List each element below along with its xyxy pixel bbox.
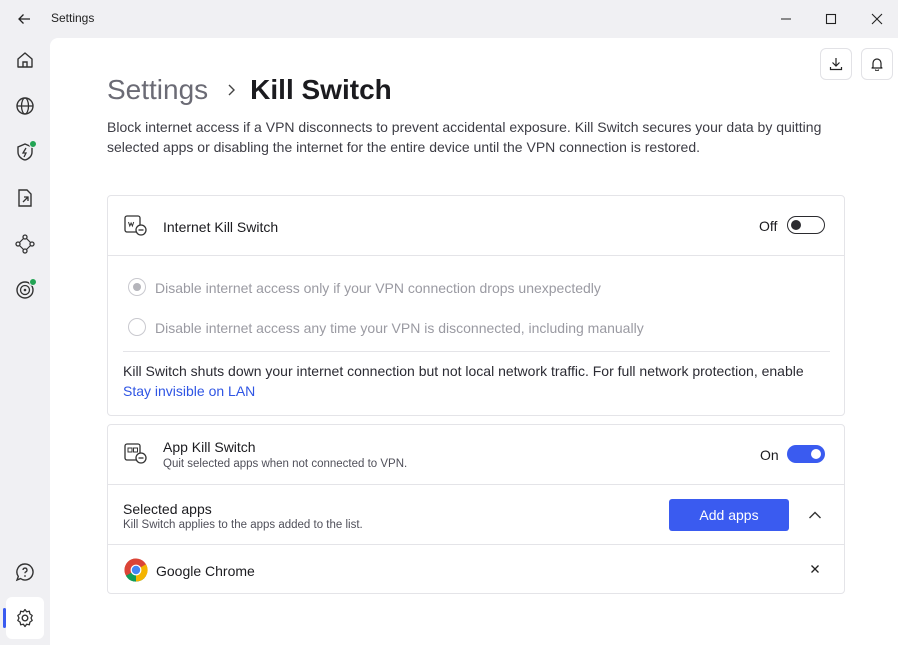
internet-kill-switch-toggle[interactable] (787, 216, 825, 234)
status-badge (29, 140, 37, 148)
page-title: Kill Switch (250, 74, 392, 105)
stay-invisible-on-lan-link[interactable]: Stay invisible on LAN (123, 381, 255, 401)
app-kill-switch-subtitle: Quit selected apps when not connected to… (163, 458, 408, 470)
maximize-icon[interactable] (820, 8, 842, 30)
breadcrumb: Settings Kill Switch (107, 74, 392, 106)
radio-label: Disable internet access any time your VP… (155, 320, 644, 336)
internet-kill-switch-title: Internet Kill Switch (163, 219, 279, 235)
title-bar: Settings (0, 0, 898, 38)
internet-kill-switch-card: Internet Kill Switch Off Disable interne… (107, 195, 845, 416)
internet-kill-switch-row: Internet Kill Switch Off (108, 196, 844, 256)
mesh-icon[interactable] (12, 231, 38, 257)
bell-icon[interactable] (861, 48, 893, 80)
lan-note: Kill Switch shuts down your internet con… (123, 361, 823, 401)
app-kill-switch-state: On (760, 447, 779, 463)
radio-any-time-disconnected[interactable] (128, 318, 146, 336)
status-badge (29, 278, 37, 286)
main-panel: Settings Kill Switch Block internet acce… (50, 38, 898, 645)
app-kill-switch-title: App Kill Switch (163, 439, 256, 455)
close-icon[interactable] (805, 559, 825, 579)
download-icon[interactable] (820, 48, 852, 80)
breadcrumb-root[interactable]: Settings (107, 74, 208, 106)
divider (108, 484, 844, 485)
minimize-icon[interactable] (775, 8, 797, 30)
divider (108, 544, 844, 545)
lan-note-text: Kill Switch shuts down your internet con… (123, 363, 804, 379)
radio-drops-unexpectedly[interactable] (128, 278, 146, 296)
file-share-icon[interactable] (12, 185, 38, 211)
radar-icon[interactable] (12, 277, 38, 303)
help-chat-icon[interactable] (12, 559, 38, 585)
active-indicator (3, 608, 6, 628)
shield-bolt-icon[interactable] (12, 139, 38, 165)
close-icon[interactable] (866, 8, 888, 30)
app-kill-switch-toggle[interactable] (787, 445, 825, 463)
gear-icon[interactable] (12, 605, 38, 631)
divider (108, 255, 844, 256)
arrow-left-icon[interactable] (14, 9, 34, 29)
window-title: Settings (51, 11, 95, 25)
chevron-right-icon (226, 83, 236, 97)
app-block-icon (124, 443, 148, 465)
radio-label: Disable internet access only if your VPN… (155, 280, 601, 296)
app-kill-switch-card: App Kill Switch Quit selected apps when … (107, 424, 845, 594)
chevron-up-icon[interactable] (803, 503, 827, 527)
add-apps-button[interactable]: Add apps (669, 499, 789, 531)
sidebar (0, 38, 50, 645)
divider (123, 351, 830, 352)
selected-apps-title: Selected apps (123, 501, 212, 517)
app-name: Google Chrome (156, 563, 255, 579)
chrome-icon (124, 558, 148, 582)
internet-kill-switch-state: Off (759, 218, 778, 234)
selected-apps-subtitle: Kill Switch applies to the apps added to… (123, 519, 363, 531)
page-description: Block internet access if a VPN disconnec… (107, 119, 822, 155)
globe-icon[interactable] (12, 93, 38, 119)
home-icon[interactable] (12, 47, 38, 73)
wifi-block-icon (124, 215, 148, 237)
